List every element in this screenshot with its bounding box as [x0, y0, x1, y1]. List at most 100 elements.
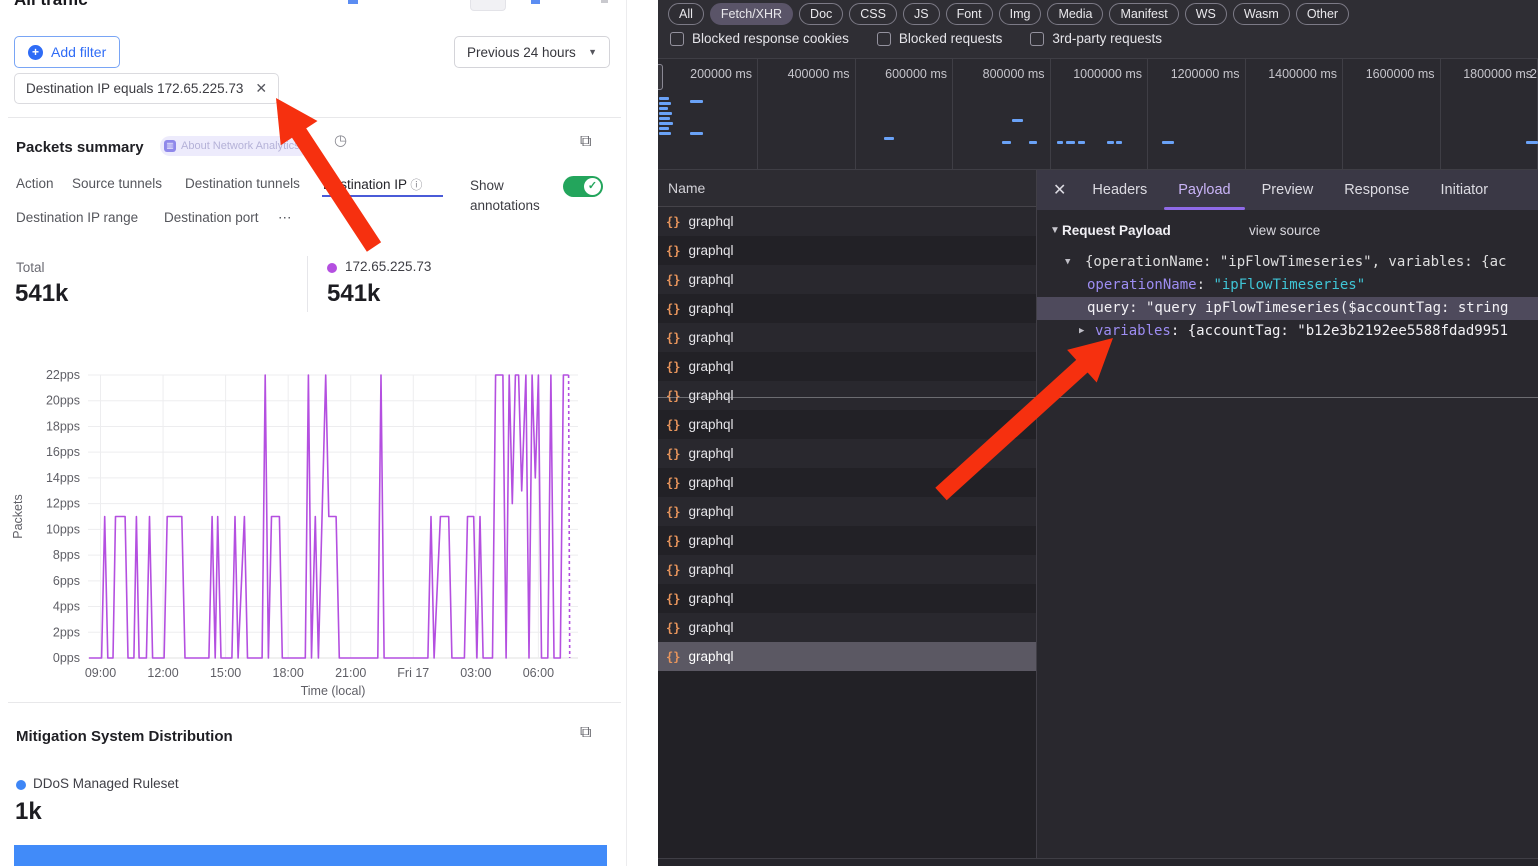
- checkbox-3rd-party-requests[interactable]: 3rd-party requests: [1030, 31, 1162, 46]
- screenshot-seam-line: [658, 397, 1538, 398]
- show-annotations-toggle[interactable]: ✓: [563, 176, 603, 197]
- request-row[interactable]: {}graphql: [658, 294, 1036, 323]
- checkbox-blocked-response-cookies[interactable]: Blocked response cookies: [670, 31, 849, 46]
- filter-pill-img[interactable]: Img: [999, 3, 1042, 25]
- detail-tab-initiator[interactable]: Initiator: [1441, 170, 1489, 210]
- tab-destination-tunnels[interactable]: Destination tunnels: [185, 176, 300, 191]
- request-row[interactable]: {}graphql: [658, 555, 1036, 584]
- tab-⋯[interactable]: ⋯: [278, 210, 292, 226]
- timeline-tick-label: 1400000 ms: [1268, 67, 1337, 81]
- payload-tree-row[interactable]: ▶variables: {accountTag: "b12e3b2192ee55…: [1037, 320, 1538, 343]
- timeline-tick-label: 1800000 ms: [1463, 67, 1532, 81]
- filter-pill-manifest[interactable]: Manifest: [1109, 3, 1178, 25]
- checkbox-blocked-requests[interactable]: Blocked requests: [877, 31, 1003, 46]
- collapse-triangle-icon[interactable]: ▼: [1050, 225, 1060, 236]
- request-type-filter-pills: All Fetch/XHR Doc CSS JS Font ImgMedia Manifest…: [668, 3, 1349, 25]
- detail-tab-headers[interactable]: Headers: [1092, 170, 1147, 210]
- filter-pill-media[interactable]: Media: [1047, 3, 1103, 25]
- payload-tree-row[interactable]: ▼{operationName: "ipFlowTimeseries", var…: [1037, 251, 1538, 274]
- detail-tab-payload[interactable]: Payload: [1178, 170, 1230, 210]
- show-annotations-label: Show annotations: [470, 176, 556, 216]
- about-network-analytics-badge[interactable]: ▥ About Network Analytics: [160, 136, 309, 156]
- tab-destination-ip[interactable]: Destination IP ⓘ: [323, 176, 422, 193]
- request-name: graphql: [688, 591, 733, 606]
- request-name: graphql: [688, 533, 733, 548]
- time-range-dropdown[interactable]: Previous 24 hours ▼: [454, 36, 610, 68]
- view-source-link[interactable]: view source: [1249, 223, 1320, 238]
- expand-card-icon[interactable]: ⧉: [580, 133, 591, 151]
- filter-pill-css[interactable]: CSS: [849, 3, 897, 25]
- checkbox-icon[interactable]: [1030, 32, 1044, 46]
- timeline-divider: [855, 59, 856, 170]
- request-row[interactable]: {}graphql: [658, 381, 1036, 410]
- request-row[interactable]: {}graphql: [658, 352, 1036, 381]
- request-row[interactable]: {}graphql: [658, 207, 1036, 236]
- request-row[interactable]: {}graphql: [658, 613, 1036, 642]
- total-label: Total: [16, 260, 45, 275]
- svg-text:12pps: 12pps: [46, 497, 80, 511]
- request-name: graphql: [688, 272, 733, 287]
- detail-tab-response[interactable]: Response: [1344, 170, 1409, 210]
- request-row[interactable]: {}graphql: [658, 439, 1036, 468]
- timeline-tick-label: 1200000 ms: [1171, 67, 1240, 81]
- expanded-triangle-icon[interactable]: ▼: [1065, 251, 1070, 274]
- svg-text:0pps: 0pps: [53, 651, 80, 665]
- expand-card-icon[interactable]: ⧉: [580, 724, 591, 742]
- remove-filter-icon[interactable]: ✕: [255, 80, 267, 97]
- filter-pill-fetch-xhr[interactable]: Fetch/XHR: [710, 3, 793, 25]
- payload-segment-plain: :: [1197, 277, 1214, 293]
- json-file-icon: {}: [666, 389, 680, 403]
- request-name: graphql: [688, 243, 733, 258]
- json-file-icon: {}: [666, 592, 680, 606]
- request-name: graphql: [688, 359, 733, 374]
- filter-pill-all[interactable]: All: [668, 3, 704, 25]
- filter-pill-ws[interactable]: WS: [1185, 3, 1227, 25]
- payload-tree-row[interactable]: operationName: "ipFlowTimeseries": [1037, 274, 1538, 297]
- request-waterfall-mark: [659, 122, 673, 125]
- tab-source-tunnels[interactable]: Source tunnels: [72, 176, 162, 191]
- collapsed-triangle-icon[interactable]: ▶: [1079, 320, 1084, 343]
- request-waterfall-mark: [659, 112, 672, 115]
- request-waterfall-mark: [884, 137, 894, 140]
- json-file-icon: {}: [666, 215, 680, 229]
- request-row[interactable]: {}graphql: [658, 642, 1036, 671]
- filter-pill-js[interactable]: JS: [903, 3, 940, 25]
- filter-pill-wasm[interactable]: Wasm: [1233, 3, 1290, 25]
- request-row[interactable]: {}graphql: [658, 526, 1036, 555]
- tab-destination-port[interactable]: Destination port: [164, 210, 259, 225]
- filter-pill-doc[interactable]: Doc: [799, 3, 843, 25]
- timeline-drag-handle[interactable]: [658, 64, 663, 90]
- request-row[interactable]: {}graphql: [658, 323, 1036, 352]
- payload-row-text: operationName: "ipFlowTimeseries": [1037, 274, 1365, 297]
- svg-text:Fri 17: Fri 17: [397, 666, 429, 680]
- payload-tree-row[interactable]: query: "query ipFlowTimeseries($accountT…: [1037, 297, 1538, 320]
- request-waterfall-mark: [659, 97, 669, 100]
- request-row[interactable]: {} graphql: [658, 584, 1036, 613]
- request-name: graphql: [688, 446, 733, 461]
- clipped-toolbar-fragment: [470, 0, 506, 11]
- svg-text:10pps: 10pps: [46, 522, 80, 536]
- request-row[interactable]: {}graphql: [658, 410, 1036, 439]
- request-detail-panel: ✕HeadersPayloadPreviewResponseInitiator …: [1037, 170, 1538, 858]
- plus-icon: +: [28, 45, 43, 60]
- json-file-icon: {}: [666, 650, 680, 664]
- checkbox-icon[interactable]: [877, 32, 891, 46]
- series-label: 172.65.225.73: [345, 259, 431, 274]
- add-filter-label: Add filter: [51, 44, 106, 60]
- filter-pill-font[interactable]: Font: [946, 3, 993, 25]
- svg-text:21:00: 21:00: [335, 666, 366, 680]
- network-overview-timeline[interactable]: 200000 ms400000 ms600000 ms800000 ms1000…: [658, 58, 1538, 170]
- filter-pill-other[interactable]: Other: [1296, 3, 1349, 25]
- request-row[interactable]: {}graphql: [658, 497, 1036, 526]
- request-row[interactable]: {}graphql: [658, 236, 1036, 265]
- checkbox-icon[interactable]: [670, 32, 684, 46]
- svg-text:18:00: 18:00: [273, 666, 304, 680]
- name-column-header[interactable]: Name: [658, 170, 1036, 207]
- add-filter-button[interactable]: + Add filter: [14, 36, 120, 68]
- request-row[interactable]: {}graphql: [658, 468, 1036, 497]
- tab-destination-ip-range[interactable]: Destination IP range: [16, 210, 138, 225]
- close-icon[interactable]: ✕: [1053, 180, 1066, 200]
- tab-action[interactable]: Action: [16, 176, 54, 191]
- detail-tab-preview[interactable]: Preview: [1262, 170, 1314, 210]
- request-row[interactable]: {}graphql: [658, 265, 1036, 294]
